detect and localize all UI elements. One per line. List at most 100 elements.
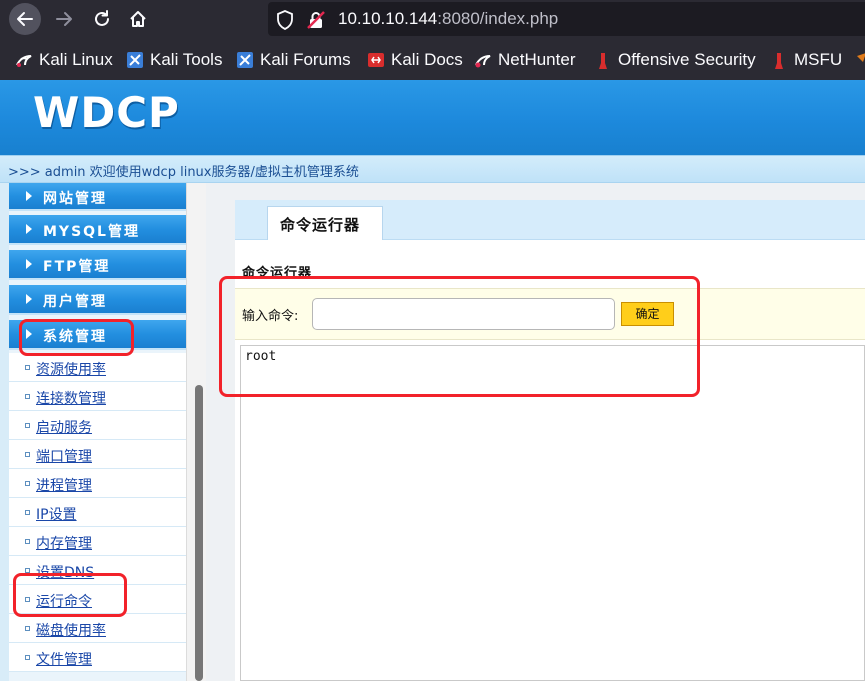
- bullet-square-icon: [25, 452, 30, 457]
- wdcp-logo: WDCP: [33, 88, 180, 137]
- reload-button[interactable]: [86, 3, 118, 35]
- bookmarks-bar: Kali Linux Kali Tools Kali Forums Kali D…: [0, 38, 865, 80]
- kali-dragon-icon: [15, 51, 33, 69]
- kali-docs-icon: [367, 51, 385, 69]
- bullet-square-icon: [25, 394, 30, 399]
- tab-command-runner[interactable]: 命令运行器: [267, 206, 383, 240]
- sidebar-item-run-command[interactable]: 运行命令: [9, 585, 186, 614]
- sidebar-item-label[interactable]: 设置DNS: [36, 562, 94, 582]
- bookmark-nethunter[interactable]: NetHunter: [474, 49, 575, 71]
- menu-label: MYSQL管理: [43, 224, 140, 240]
- url-host: 10.10.10.144: [338, 9, 438, 28]
- command-output-text: root: [245, 349, 277, 364]
- bullet-square-icon: [25, 365, 30, 370]
- caret-right-icon: [26, 224, 32, 234]
- panel-title: 命令运行器: [242, 266, 313, 281]
- bullet-square-icon: [25, 568, 30, 573]
- sidebar-item-label[interactable]: 连接数管理: [36, 388, 106, 408]
- bullet-square-icon: [25, 597, 30, 602]
- welcome-bar: >>> admin 欢迎使用wdcp linux服务器/虚拟主机管理系统: [0, 155, 865, 183]
- back-button[interactable]: [9, 3, 41, 35]
- sidebar-scroll-thumb[interactable]: [195, 385, 203, 681]
- menu-label: 系统管理: [43, 329, 107, 345]
- sidebar-item-disk-usage[interactable]: 磁盘使用率: [9, 614, 186, 643]
- sidebar-item-processes[interactable]: 进程管理: [9, 469, 186, 498]
- bullet-square-icon: [25, 481, 30, 486]
- command-output: root: [240, 345, 865, 681]
- sidebar-edge: [0, 183, 9, 681]
- bookmark-label: Kali Tools: [150, 50, 223, 69]
- bookmark-label: NetHunter: [498, 50, 576, 69]
- caret-right-icon: [26, 191, 32, 201]
- sidebar-item-label[interactable]: 文件管理: [36, 649, 92, 669]
- sidebar-item-label[interactable]: 启动服务: [36, 417, 92, 437]
- sidebar-item-label[interactable]: 端口管理: [36, 446, 92, 466]
- sidebar-item-label[interactable]: 资源使用率: [36, 359, 106, 379]
- offsec-icon: [594, 51, 612, 69]
- bookmark-kali-linux[interactable]: Kali Linux: [15, 49, 113, 71]
- msfu-icon: [770, 51, 788, 69]
- bookmark-msfu[interactable]: MSFU: [770, 49, 842, 71]
- exploit-db-icon: [850, 51, 865, 69]
- insecure-lock-icon[interactable]: [306, 10, 326, 30]
- sidebar-item-file-manager[interactable]: 文件管理: [9, 643, 186, 672]
- url-bar[interactable]: 10.10.10.144:8080/index.php: [268, 2, 865, 36]
- shield-icon[interactable]: [276, 10, 294, 30]
- command-input-label: 输入命令:: [242, 309, 299, 324]
- menu-mysql[interactable]: MYSQL管理: [9, 215, 186, 245]
- caret-right-icon: [26, 259, 32, 269]
- bookmark-kali-tools[interactable]: Kali Tools: [126, 49, 222, 71]
- caret-right-icon: [26, 329, 32, 339]
- bookmark-label: MSFU: [794, 50, 843, 69]
- bookmark-overflow[interactable]: [850, 49, 865, 71]
- sidebar-item-label[interactable]: IP设置: [36, 504, 77, 524]
- sidebar-item-label[interactable]: 进程管理: [36, 475, 92, 495]
- bullet-square-icon: [25, 510, 30, 515]
- sidebar-item-label[interactable]: 运行命令: [36, 591, 92, 611]
- welcome-text: >>> admin 欢迎使用wdcp linux服务器/虚拟主机管理系统: [8, 165, 359, 180]
- url-path: :8080/index.php: [437, 9, 559, 28]
- kali-forums-icon: [236, 51, 254, 69]
- forward-arrow-icon: [56, 12, 72, 26]
- kali-tools-icon: [126, 51, 144, 69]
- bookmark-offensive-security[interactable]: Offensive Security: [594, 49, 756, 71]
- sidebar-item-ip-settings[interactable]: IP设置: [9, 498, 186, 527]
- submit-button[interactable]: 确定: [621, 302, 674, 326]
- menu-website[interactable]: 网站管理: [9, 183, 186, 211]
- browser-toolbar: 10.10.10.144:8080/index.php: [0, 0, 865, 38]
- sidebar-item-ports[interactable]: 端口管理: [9, 440, 186, 469]
- menu-ftp[interactable]: FTP管理: [9, 250, 186, 280]
- bookmark-kali-forums[interactable]: Kali Forums: [236, 49, 351, 71]
- sidebar-item-resource-usage[interactable]: 资源使用率: [9, 353, 186, 382]
- sidebar-item-memory[interactable]: 内存管理: [9, 527, 186, 556]
- bullet-square-icon: [25, 539, 30, 544]
- wdcp-header: WDCP: [0, 80, 865, 155]
- bookmark-label: Offensive Security: [618, 50, 756, 69]
- bookmark-label: Kali Docs: [391, 50, 463, 69]
- nethunter-icon: [474, 51, 492, 69]
- home-icon: [130, 11, 146, 27]
- tab-label: 命令运行器: [280, 216, 361, 234]
- forward-button[interactable]: [48, 3, 80, 35]
- menu-system[interactable]: 系统管理: [9, 320, 186, 350]
- back-arrow-icon: [17, 12, 33, 26]
- menu-label: 网站管理: [43, 191, 107, 207]
- menu-label: 用户管理: [43, 294, 107, 310]
- sidebar-item-dns[interactable]: 设置DNS: [9, 556, 186, 585]
- bookmark-label: Kali Linux: [39, 50, 113, 69]
- bookmark-kali-docs[interactable]: Kali Docs: [367, 49, 463, 71]
- bookmark-label: Kali Forums: [260, 50, 351, 69]
- sidebar-item-label[interactable]: 磁盘使用率: [36, 620, 106, 640]
- sidebar-item-connections[interactable]: 连接数管理: [9, 382, 186, 411]
- home-button[interactable]: [122, 3, 154, 35]
- url-text[interactable]: 10.10.10.144:8080/index.php: [338, 9, 558, 29]
- sidebar-item-label[interactable]: 内存管理: [36, 533, 92, 553]
- reload-icon: [95, 10, 109, 26]
- bullet-square-icon: [25, 626, 30, 631]
- command-input[interactable]: [312, 298, 615, 330]
- bullet-square-icon: [25, 655, 30, 660]
- menu-label: FTP管理: [43, 259, 111, 275]
- bullet-square-icon: [25, 423, 30, 428]
- menu-users[interactable]: 用户管理: [9, 285, 186, 315]
- sidebar-item-services[interactable]: 启动服务: [9, 411, 186, 440]
